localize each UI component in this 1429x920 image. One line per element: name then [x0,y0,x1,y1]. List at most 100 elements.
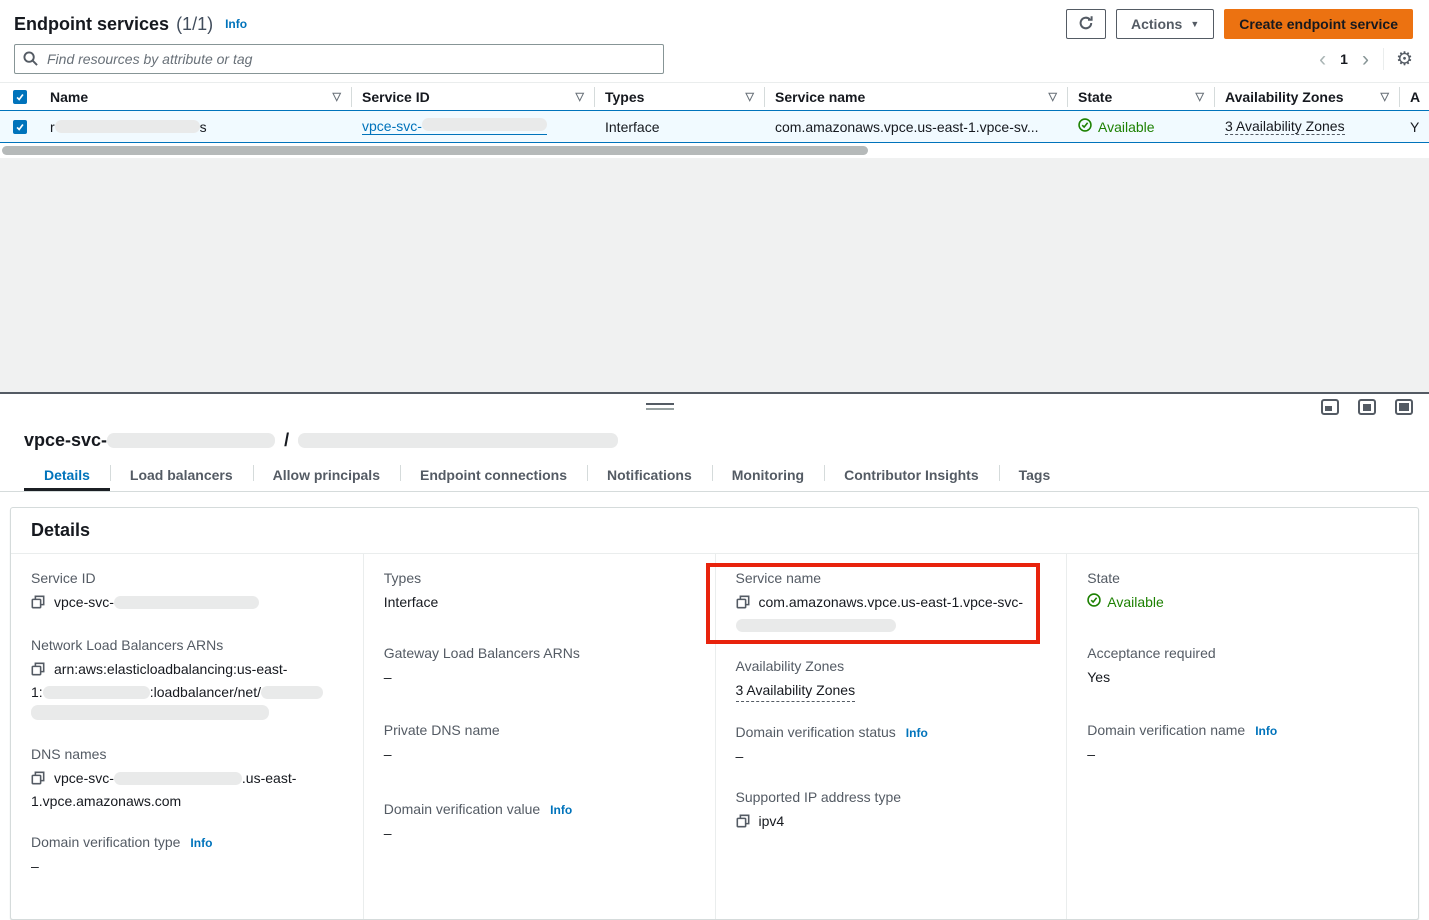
details-grid: Service ID vpce-svc- Network Load Balanc… [11,554,1418,919]
redacted-text [43,686,150,699]
column-header-service-name[interactable]: Service name ▽ [765,87,1068,107]
tab-endpoint-connections[interactable]: Endpoint connections [400,458,587,491]
field-service-id: Service ID vpce-svc- [31,570,343,615]
column-header-state[interactable]: State ▽ [1068,87,1215,107]
redacted-text [298,433,618,448]
field-glb-arns: Gateway Load Balancers ARNs – [384,645,695,688]
copy-icon[interactable] [736,594,750,615]
sort-icon: ▽ [1373,90,1389,103]
sort-icon: ▽ [568,90,584,103]
detail-tabs: Details Load balancers Allow principals … [0,458,1429,492]
field-nlb-arns: Network Load Balancers ARNs arn:aws:elas… [31,637,343,724]
page-title: Endpoint services [14,14,169,35]
field-domain-verification-name: Domain verification name Info – [1087,722,1398,765]
page-background [0,158,1429,394]
pagination-page-number[interactable]: 1 [1340,51,1348,67]
column-header-types[interactable]: Types ▽ [595,87,765,107]
tab-content: Details Service ID vpce-svc- [0,492,1429,920]
row-cell-acceptance: Y [1400,119,1429,135]
create-endpoint-service-button[interactable]: Create endpoint service [1224,9,1413,39]
redacted-text [31,705,269,720]
tab-details[interactable]: Details [24,458,110,491]
field-dns-names: DNS names vpce-svc-.us-east- 1.vpce.amaz… [31,746,343,812]
info-link[interactable]: Info [1255,724,1277,738]
redacted-text [107,433,275,448]
table-row[interactable]: r s vpce-svc- Interface com.amazonaws.vp… [0,110,1429,143]
tab-load-balancers[interactable]: Load balancers [110,458,253,491]
pagination: ‹ 1 › ⚙ [1317,48,1413,71]
refresh-icon [1078,15,1094,34]
header-info-link[interactable]: Info [225,17,247,31]
info-link[interactable]: Info [190,836,212,850]
available-check-icon [1087,592,1101,613]
details-card: Details Service ID vpce-svc- [10,507,1419,920]
sort-icon: ▽ [738,90,754,103]
copy-icon[interactable] [736,813,750,834]
resource-count: (1/1) [176,14,213,35]
details-column-2: Types Interface Gateway Load Balancers A… [363,554,715,919]
column-header-availability-zones[interactable]: Availability Zones ▽ [1215,87,1400,107]
row-cell-types: Interface [595,119,765,135]
field-types: Types Interface [384,570,695,613]
field-state: State Available [1087,570,1398,613]
horizontal-scrollbar [0,143,1429,158]
split-panel-drag-handle-icon[interactable] [646,403,674,413]
preferences-gear-icon[interactable]: ⚙ [1396,48,1413,71]
tab-tags[interactable]: Tags [999,458,1071,491]
availability-zones-link[interactable]: 3 Availability Zones [736,680,856,702]
split-panel-header-bar [0,394,1429,422]
panel-position-full-icon[interactable] [1395,399,1413,415]
sort-icon: ▽ [325,90,341,103]
column-header-service-id[interactable]: Service ID ▽ [352,87,595,107]
field-supported-ip: Supported IP address type ipv4 [736,789,1047,834]
copy-icon[interactable] [31,770,45,791]
redacted-text [261,686,323,699]
actions-button[interactable]: Actions ▼ [1116,9,1214,39]
pagination-next-icon[interactable]: › [1360,49,1371,70]
panel-position-bottom-icon[interactable] [1321,399,1339,415]
pagination-prev-icon[interactable]: ‹ [1317,49,1328,70]
field-domain-verification-value: Domain verification value Info – [384,801,695,844]
endpoint-services-panel: Endpoint services (1/1) Info Actions ▼ C… [0,0,1429,158]
tab-contributor-insights[interactable]: Contributor Insights [824,458,999,491]
column-header-name[interactable]: Name ▽ [40,87,352,107]
redacted-text [736,619,896,632]
tab-monitoring[interactable]: Monitoring [712,458,824,491]
details-column-4: State Available [1066,554,1418,919]
service-id-link[interactable]: vpce-svc- [362,118,547,135]
tab-notifications[interactable]: Notifications [587,458,712,491]
search-icon [23,51,38,69]
refresh-button[interactable] [1066,9,1106,39]
details-card-heading: Details [11,508,1418,554]
horizontal-scrollbar-thumb[interactable] [2,146,868,155]
tab-allow-principals[interactable]: Allow principals [253,458,400,491]
header-actions: Actions ▼ Create endpoint service [1066,9,1413,39]
table-header-row: Name ▽ Service ID ▽ Types ▽ Service name… [0,82,1429,110]
field-private-dns: Private DNS name – [384,722,695,765]
availability-zones-link[interactable]: 3 Availability Zones [1225,118,1345,135]
actions-button-label: Actions [1131,16,1182,32]
search-box [14,44,664,74]
redacted-text [114,596,259,609]
row-cell-service-id: vpce-svc- [352,118,595,135]
panel-position-side-icon[interactable] [1358,399,1376,415]
select-all-checkbox[interactable] [0,87,40,107]
column-header-acceptance-partial[interactable]: A [1400,87,1429,107]
field-availability-zones: Availability Zones 3 Availability Zones [736,658,1047,702]
search-input[interactable] [14,44,664,74]
copy-icon[interactable] [31,594,45,615]
row-cell-name: r s [40,119,352,135]
info-link[interactable]: Info [550,803,572,817]
page-header: Endpoint services (1/1) Info Actions ▼ C… [0,0,1429,42]
split-panel-title: vpce-svc- / [0,422,1429,458]
checkbox-checked-icon [13,120,27,134]
row-cell-state: Available [1068,118,1215,135]
copy-icon[interactable] [31,661,45,682]
details-column-3: Service name com.amazonaws.vpce.us-east-… [715,554,1067,919]
caret-down-icon: ▼ [1190,19,1199,29]
row-cell-availability-zones: 3 Availability Zones [1215,118,1400,135]
sort-icon: ▽ [1041,90,1057,103]
row-checkbox[interactable] [0,120,40,134]
field-domain-verification-status: Domain verification status Info – [736,724,1047,767]
info-link[interactable]: Info [906,726,928,740]
